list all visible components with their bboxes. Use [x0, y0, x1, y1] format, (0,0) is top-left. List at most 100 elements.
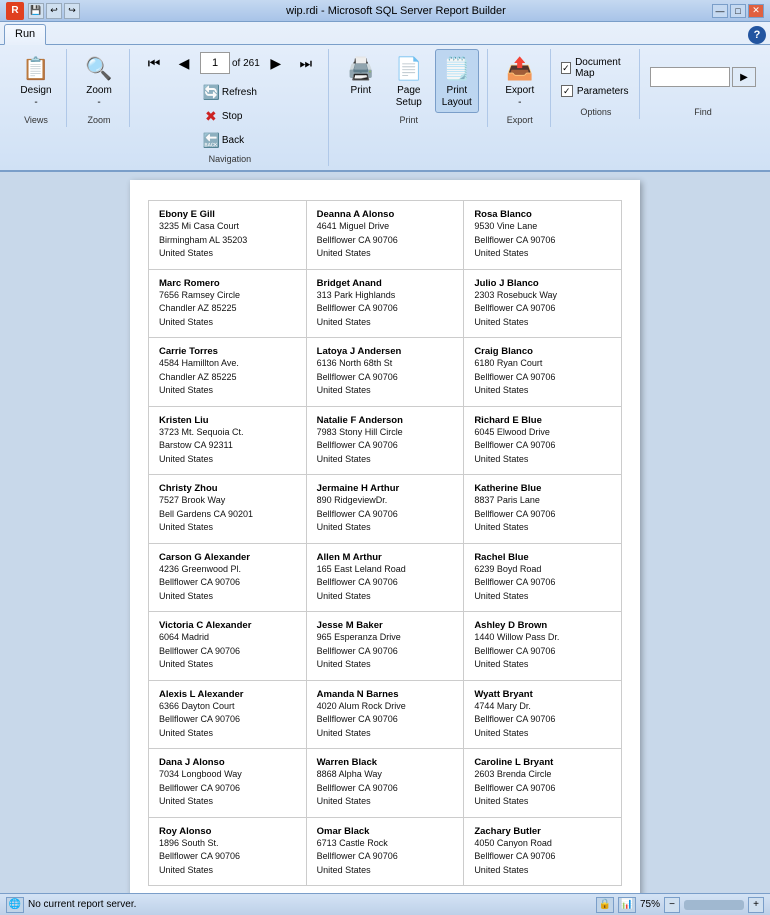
options-group-label: Options — [580, 105, 611, 117]
print-group-label: Print — [400, 113, 419, 125]
zoom-out-button[interactable]: − — [664, 897, 680, 913]
contact-cell: Kristen Liu3723 Mt. Sequoia Ct.Barstow C… — [149, 406, 307, 475]
zoom-in-button[interactable]: + — [748, 897, 764, 913]
document-map-checkbox-box[interactable]: ✓ — [561, 62, 571, 74]
print-label: Print — [351, 85, 372, 97]
contact-cell: Victoria C Alexander6064 MadridBellflowe… — [149, 612, 307, 681]
zoom-value: 75% — [640, 899, 660, 910]
design-button[interactable]: 📋 Design - — [14, 49, 58, 113]
contact-cell: Rosa Blanco9530 Vine LaneBellflower CA 9… — [464, 201, 622, 270]
page-number-input[interactable] — [200, 52, 230, 74]
page-setup-label: PageSetup — [396, 85, 422, 109]
contact-cell: Zachary Butler4050 Canyon RoadBellflower… — [464, 817, 622, 886]
contact-cell: Marc Romero7656 Ramsey CircleChandler AZ… — [149, 269, 307, 338]
contact-cell: Ebony E Gill3235 Mi Casa CourtBirmingham… — [149, 201, 307, 270]
back-icon: 🔙 — [203, 132, 219, 149]
redo-icon[interactable]: ↪ — [64, 3, 80, 19]
status-text: No current report server. — [28, 899, 136, 910]
status-bar: 🌐 No current report server. 🔒 📊 75% − + — [0, 893, 770, 915]
tab-run[interactable]: Run — [4, 24, 46, 45]
parameters-checkbox[interactable]: ✓ Parameters — [561, 85, 631, 97]
back-button[interactable]: 🔙 Back — [198, 129, 262, 152]
first-button[interactable]: ⏮ — [140, 49, 168, 77]
export-icon: 📤 — [504, 53, 536, 85]
contact-cell: Carson G Alexander4236 Greenwood Pl.Bell… — [149, 543, 307, 612]
contact-cell: Dana J Alonso7034 Longbood WayBellflower… — [149, 749, 307, 818]
zoom-slider[interactable] — [684, 900, 744, 910]
contact-cell: Latoya J Andersen6136 North 68th StBellf… — [306, 338, 464, 407]
export-group-label: Export — [507, 113, 533, 125]
document-map-label: Document Map — [575, 57, 631, 79]
contact-cell: Allen M Arthur165 East Leland RoadBellfl… — [306, 543, 464, 612]
print-layout-button[interactable]: 🗒️ PrintLayout — [435, 49, 479, 113]
refresh-button[interactable]: 🔄 Refresh — [198, 81, 262, 104]
zoom-button[interactable]: 🔍 Zoom - — [77, 49, 121, 113]
views-group-label: Views — [24, 113, 48, 125]
ribbon-tab-bar: Run ? — [0, 22, 770, 45]
stop-icon: ✖ — [203, 108, 219, 125]
next-button[interactable]: ▶ — [262, 49, 290, 77]
zoom-label: Zoom - — [86, 85, 112, 109]
close-button[interactable]: ✕ — [748, 4, 764, 18]
print-button[interactable]: 🖨️ Print — [339, 49, 383, 101]
page-setup-button[interactable]: 📄 PageSetup — [387, 49, 431, 113]
ribbon-group-navigation: ⏮ ◀ of 261 ▶ ⏭ 🔄 Refresh — [132, 49, 329, 166]
print-layout-label: PrintLayout — [442, 85, 472, 109]
report-table: Ebony E Gill3235 Mi Casa CourtBirmingham… — [148, 200, 622, 886]
contact-cell: Jermaine H Arthur890 RidgeviewDr.Bellflo… — [306, 475, 464, 544]
contact-cell: Richard E Blue6045 Elwood DriveBellflowe… — [464, 406, 622, 475]
export-label: Export- — [505, 85, 534, 109]
design-icon: 📋 — [20, 53, 52, 85]
ribbon-content: 📋 Design - Views 🔍 Zoom - — [0, 45, 770, 170]
contact-cell: Caroline L Bryant2603 Brenda CircleBellf… — [464, 749, 622, 818]
contact-cell: Rachel Blue6239 Boyd RoadBellflower CA 9… — [464, 543, 622, 612]
app-icon: R — [6, 2, 24, 20]
title-bar: R 💾 ↩ ↪ wip.rdi - Microsoft SQL Server R… — [0, 0, 770, 22]
design-label: Design - — [20, 85, 51, 109]
page-setup-icon: 📄 — [393, 53, 425, 85]
last-button[interactable]: ⏭ — [292, 49, 320, 77]
contact-cell: Amanda N Barnes4020 Alum Rock DriveBellf… — [306, 680, 464, 749]
ribbon-group-print: 🖨️ Print 📄 PageSetup 🗒️ PrintLayout Prin… — [331, 49, 488, 127]
report-page: Ebony E Gill3235 Mi Casa CourtBirmingham… — [130, 180, 640, 893]
contact-cell: Katherine Blue8837 Paris LaneBellflower … — [464, 475, 622, 544]
ribbon-group-export: 📤 Export- Export — [490, 49, 551, 127]
print-icon: 🖨️ — [345, 53, 377, 85]
contact-cell: Christy Zhou7527 Brook WayBell Gardens C… — [149, 475, 307, 544]
parameters-checkbox-box[interactable]: ✓ — [561, 85, 573, 97]
ribbon-group-options: ✓ Document Map ✓ Parameters Options — [553, 49, 640, 119]
find-group-label: Find — [694, 105, 712, 117]
zoom-icon: 🔍 — [83, 53, 115, 85]
export-button[interactable]: 📤 Export- — [498, 49, 542, 113]
find-input[interactable] — [650, 67, 730, 87]
maximize-button[interactable]: □ — [730, 4, 746, 18]
contact-cell: Ashley D Brown1440 Willow Pass Dr.Bellfl… — [464, 612, 622, 681]
page-of-text: of 261 — [232, 58, 260, 69]
refresh-icon: 🔄 — [203, 84, 219, 101]
security-icon: 🔒 — [596, 897, 614, 913]
contact-cell: Wyatt Bryant4744 Mary Dr.Bellflower CA 9… — [464, 680, 622, 749]
previous-button[interactable]: ◀ — [170, 49, 198, 77]
quick-save-icon[interactable]: 💾 — [28, 3, 44, 19]
ribbon: Run ? 📋 Design - Views 🔍 — [0, 22, 770, 172]
navigation-group-label: Navigation — [209, 152, 252, 164]
zoom-group-label: Zoom — [87, 113, 110, 125]
undo-icon[interactable]: ↩ — [46, 3, 62, 19]
contact-cell: Deanna A Alonso4641 Miguel DriveBellflow… — [306, 201, 464, 270]
parameters-label: Parameters — [577, 86, 629, 97]
ribbon-group-views: 📋 Design - Views — [6, 49, 67, 127]
contact-cell: Carrie Torres4584 Hamillton Ave.Chandler… — [149, 338, 307, 407]
contact-cell: Alexis L Alexander6366 Dayton CourtBellf… — [149, 680, 307, 749]
stop-button[interactable]: ✖ Stop — [198, 105, 262, 128]
document-map-checkbox[interactable]: ✓ Document Map — [561, 57, 631, 79]
contact-cell: Roy Alonso1896 South St.Bellflower CA 90… — [149, 817, 307, 886]
help-button[interactable]: ? — [748, 26, 766, 44]
contact-cell: Omar Black6713 Castle RockBellflower CA … — [306, 817, 464, 886]
minimize-button[interactable]: — — [712, 4, 728, 18]
ribbon-group-find: ▶ Find — [642, 49, 764, 119]
report-icon: 📊 — [618, 897, 636, 913]
find-button[interactable]: ▶ — [732, 67, 756, 87]
window-title: wip.rdi - Microsoft SQL Server Report Bu… — [80, 5, 712, 17]
contact-cell: Natalie F Anderson7983 Stony Hill Circle… — [306, 406, 464, 475]
ribbon-group-zoom: 🔍 Zoom - Zoom — [69, 49, 130, 127]
